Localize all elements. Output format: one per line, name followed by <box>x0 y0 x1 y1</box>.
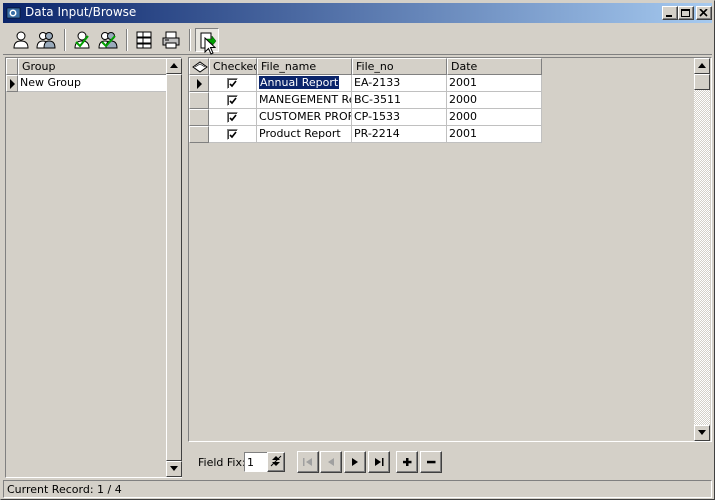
printer-icon <box>162 31 180 49</box>
book-icon <box>192 61 208 73</box>
checkmark-icon <box>229 80 237 88</box>
field-fix-label: Field Fix: <box>198 456 246 469</box>
window-title: Data Input/Browse <box>25 5 137 19</box>
row-pointer-icon <box>197 79 202 89</box>
scroll-up-button[interactable] <box>694 58 710 74</box>
insert-record-button[interactable] <box>396 451 418 473</box>
arrow-up-icon <box>170 63 178 68</box>
group-header-indicator <box>6 58 18 75</box>
checkmark-icon <box>229 114 237 122</box>
person-check-button[interactable] <box>70 28 94 52</box>
person-icon <box>13 31 29 49</box>
group-name: New Group <box>20 76 81 89</box>
date-cell[interactable]: 2000 <box>447 92 542 109</box>
group-row[interactable]: New Group <box>18 75 167 92</box>
checked-cell[interactable] <box>209 75 257 92</box>
current-row-indicator <box>189 75 209 92</box>
first-record-icon <box>303 458 312 466</box>
checked-cell[interactable] <box>209 109 257 126</box>
file-no-cell[interactable]: EA-2133 <box>352 75 447 92</box>
file-name-cell[interactable]: Annual Report <box>257 75 352 92</box>
mouse-cursor-icon <box>204 37 217 55</box>
record-navigator: Field Fix: <box>188 444 712 478</box>
checkmark-icon <box>229 97 237 105</box>
last-record-icon <box>375 458 384 466</box>
arrow-up-icon <box>698 63 706 68</box>
scroll-down-button[interactable] <box>166 461 182 477</box>
row-indicator <box>189 92 209 109</box>
file-name-cell[interactable]: Product Report <box>257 126 352 143</box>
column-header-file-no[interactable]: File_no <box>352 58 447 75</box>
row-pointer-icon <box>10 79 15 89</box>
group-scrollbar[interactable] <box>166 58 182 477</box>
people-check-button[interactable] <box>96 28 120 52</box>
toolbar-separator <box>64 29 66 51</box>
file-no-cell[interactable]: CP-1533 <box>352 109 447 126</box>
current-record-text: Current Record: 1 / 4 <box>7 483 122 496</box>
column-header-date[interactable]: Date <box>447 58 542 75</box>
layout-button[interactable] <box>132 28 156 52</box>
column-header-file-name[interactable]: File_name <box>257 58 352 75</box>
people-check-icon <box>98 32 118 49</box>
title-bar[interactable]: Data Input/Browse <box>3 3 712 23</box>
scroll-thumb[interactable] <box>694 74 710 90</box>
checkmark-icon <box>229 131 237 139</box>
spin-arrows-icon <box>270 455 282 467</box>
people-button[interactable] <box>34 28 58 52</box>
header-corner[interactable] <box>189 58 209 75</box>
row-indicator <box>189 126 209 143</box>
date-cell[interactable]: 2000 <box>447 109 542 126</box>
status-bar: Current Record: 1 / 4 <box>3 480 712 498</box>
minus-icon <box>427 460 436 464</box>
toolbar-separator <box>126 29 128 51</box>
last-record-button[interactable] <box>368 451 390 473</box>
layout-icon <box>136 31 152 49</box>
file-no-cell[interactable]: PR-2214 <box>352 126 447 143</box>
file-name-value: Annual Report <box>259 76 340 89</box>
close-button[interactable] <box>696 6 712 20</box>
first-record-button[interactable] <box>297 451 319 473</box>
checked-cell[interactable] <box>209 92 257 109</box>
minimize-button[interactable] <box>662 6 678 20</box>
records-grid: Checked File_name File_no Date Annual Re… <box>188 57 712 442</box>
file-name-cell[interactable]: MANEGEMENT Re <box>257 92 352 109</box>
date-cell[interactable]: 2001 <box>447 75 542 92</box>
next-record-icon <box>352 458 358 466</box>
app-window: Data Input/Browse Group New Group Checke… <box>0 0 715 500</box>
checked-checkbox[interactable] <box>227 78 238 89</box>
toolbar-separator <box>189 29 191 51</box>
records-scrollbar[interactable] <box>694 58 710 441</box>
file-no-cell[interactable]: BC-3511 <box>352 92 447 109</box>
column-header-checked[interactable]: Checked <box>209 58 257 75</box>
next-record-button[interactable] <box>344 451 366 473</box>
group-column-header[interactable]: Group <box>18 58 167 75</box>
print-button[interactable] <box>159 28 183 52</box>
delete-record-button[interactable] <box>420 451 442 473</box>
row-indicator <box>189 109 209 126</box>
arrow-down-icon <box>698 430 706 435</box>
maximize-button[interactable] <box>678 6 694 20</box>
scroll-up-button[interactable] <box>166 58 182 74</box>
people-icon <box>36 32 56 49</box>
file-name-cell[interactable]: CUSTOMER PROF <box>257 109 352 126</box>
app-icon <box>6 5 22 21</box>
toolbar <box>3 25 712 55</box>
person-check-icon <box>74 31 90 49</box>
scroll-thumb[interactable] <box>166 74 182 461</box>
plus-icon <box>403 458 412 466</box>
date-cell[interactable]: 2001 <box>447 126 542 143</box>
checked-checkbox[interactable] <box>227 95 238 106</box>
prior-record-icon <box>328 458 334 466</box>
field-fix-spinner[interactable] <box>267 452 285 472</box>
checked-checkbox[interactable] <box>227 129 238 140</box>
prior-record-button[interactable] <box>320 451 342 473</box>
scroll-down-button[interactable] <box>694 425 710 441</box>
current-row-indicator <box>6 75 18 92</box>
arrow-down-icon <box>170 466 178 471</box>
person-button[interactable] <box>9 28 33 52</box>
export-button[interactable] <box>195 28 219 55</box>
group-grid: Group New Group <box>5 57 182 478</box>
checked-checkbox[interactable] <box>227 112 238 123</box>
checked-cell[interactable] <box>209 126 257 143</box>
